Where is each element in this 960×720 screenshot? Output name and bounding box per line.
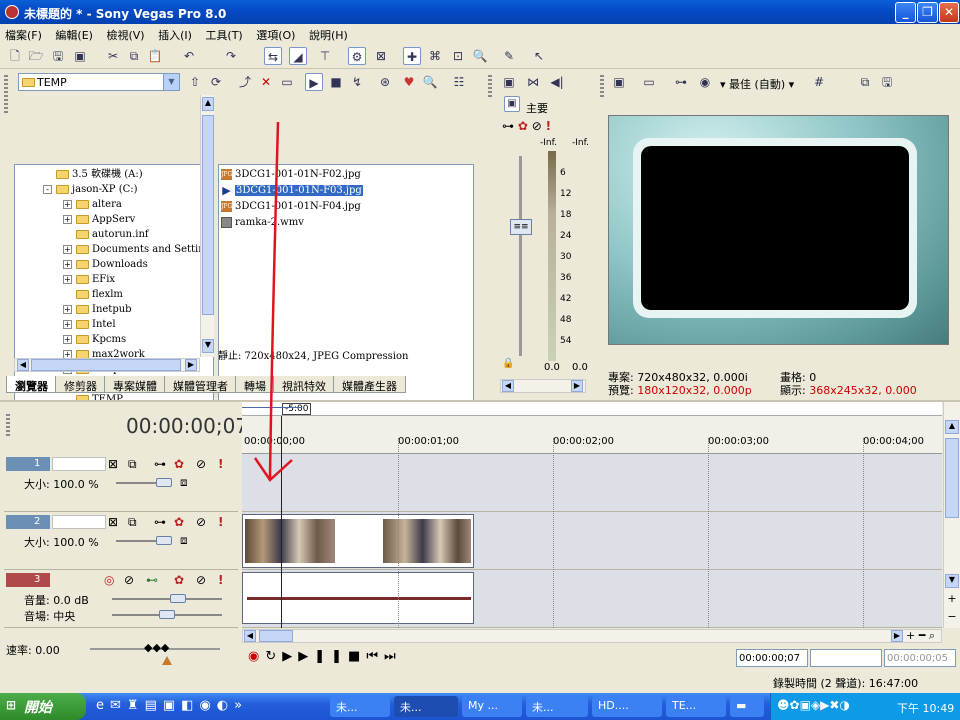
folder-icon[interactable]: ▤ (145, 698, 163, 713)
app-icon[interactable]: ◐ (217, 698, 234, 713)
taskbar-item[interactable]: 未... (330, 696, 390, 717)
app-icon[interactable]: ♜ (127, 698, 145, 713)
taskbar-item[interactable]: My ... (462, 696, 522, 717)
drag-arrow-line (268, 121, 280, 479)
taskbar-item-group[interactable]: ▬ (730, 696, 764, 717)
quick-launch: e✉♜▤▣◧◉◐» (96, 698, 248, 713)
taskbar: ⊞ 開始 e✉♜▤▣◧◉◐» 未... 未... My ... 未... HD..… (0, 693, 960, 720)
start-button[interactable]: ⊞ 開始 (0, 693, 86, 720)
drag-arrow-annotation (253, 121, 293, 482)
system-tray: ☻✿▣◈▶✖◑ 下午 10:49 (770, 693, 960, 720)
outlook-icon[interactable]: ✉ (110, 698, 127, 713)
taskbar-item[interactable]: TE... (666, 696, 726, 717)
taskbar-item[interactable]: HD.... (592, 696, 662, 717)
taskbar-item[interactable]: 未... (526, 696, 588, 717)
app-icon[interactable]: ◧ (181, 698, 199, 713)
app-icon[interactable]: ▣ (163, 698, 181, 713)
ie-icon[interactable]: e (96, 698, 110, 713)
start-label: 開始 (24, 700, 52, 716)
clock: 下午 10:49 (897, 702, 955, 715)
tray-icons[interactable]: ☻✿▣◈▶✖◑ (777, 698, 850, 712)
arrow-head-icon (253, 457, 293, 482)
app-icon[interactable]: ◉ (199, 698, 216, 713)
more-icon[interactable]: » (234, 698, 248, 713)
windows-logo-icon: ⊞ (6, 698, 17, 712)
taskbar-item[interactable]: 未... (394, 696, 458, 717)
